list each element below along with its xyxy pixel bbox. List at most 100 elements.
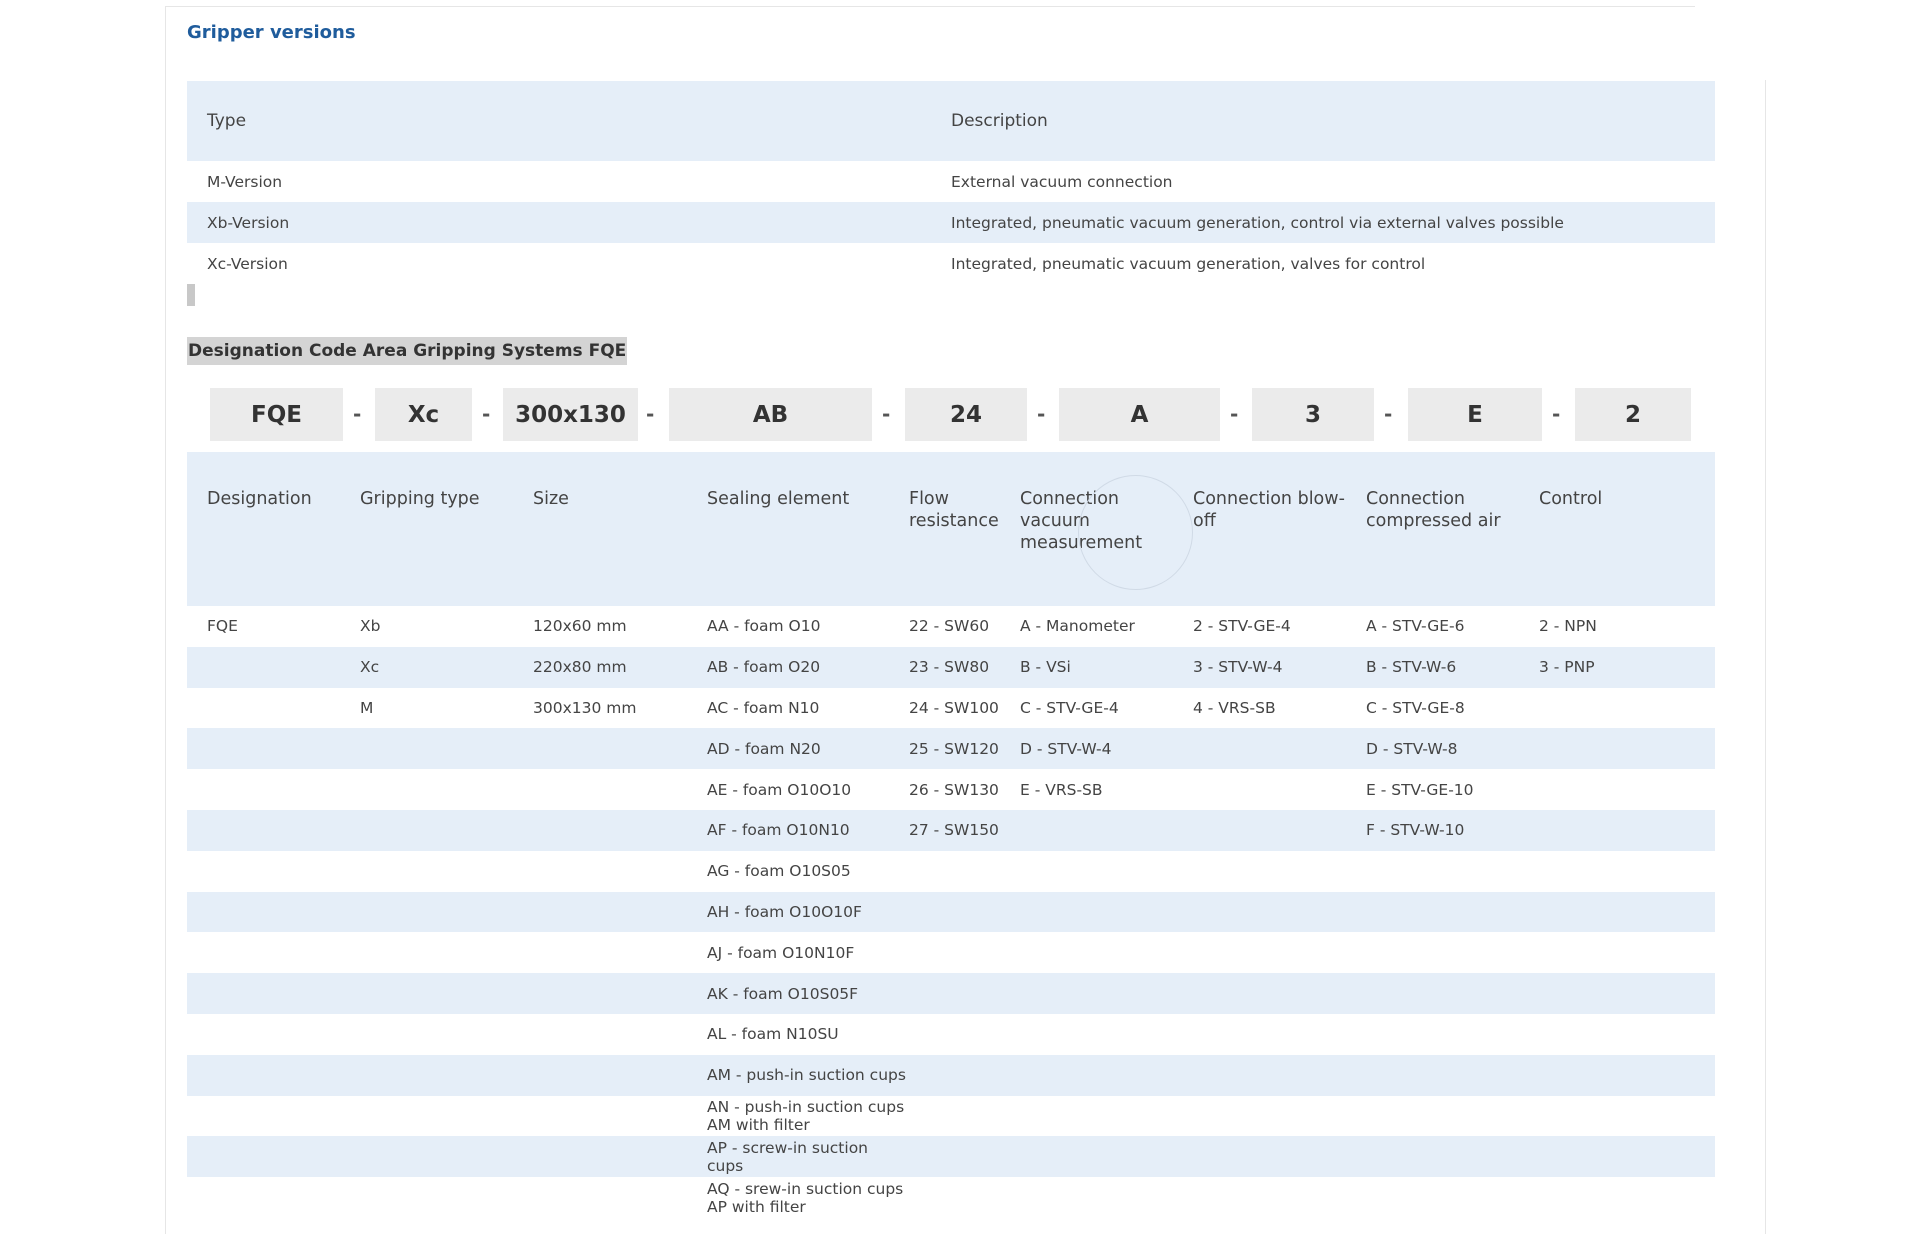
header-flow-resistance: Flow resistance (909, 489, 999, 531)
focus-ring (1078, 475, 1193, 590)
compressed-air-cell: A - STV-GE-6 (1366, 617, 1465, 636)
code-part-size: 300x130 (503, 388, 638, 441)
control-cell: 3 - PNP (1539, 658, 1595, 677)
code-separator: - (353, 402, 362, 426)
table-row: Xb-Version Integrated, pneumatic vacuum … (187, 202, 1715, 243)
section-title: Gripper versions (187, 22, 356, 43)
designation-table: Designation Gripping type Size Sealing e… (187, 452, 1715, 1218)
sealing-element-cell: AJ - foam O10N10F (707, 943, 855, 962)
blow-off-cell: 3 - STV-W-4 (1193, 658, 1283, 677)
code-separator: - (1552, 402, 1561, 426)
sealing-element-cell: AE - foam O10O10 (707, 780, 852, 799)
compressed-air-cell: C - STV-GE-8 (1366, 698, 1465, 717)
code-separator: - (1384, 402, 1393, 426)
table-row: AG - foam O10S05 (187, 851, 1715, 892)
designation-cell: FQE (207, 617, 238, 636)
designation-table-header: Designation Gripping type Size Sealing e… (187, 452, 1715, 606)
version-type: M-Version (207, 172, 283, 191)
code-part-compressed-air: E (1408, 388, 1542, 441)
versions-table: Type Description M-Version External vacu… (187, 81, 1715, 284)
code-part-sealing-element: AB (669, 388, 872, 441)
code-part-vacuum-measurement: A (1059, 388, 1220, 441)
sealing-element-cell: AF - foam O10N10 (707, 821, 850, 840)
header-gripping-type: Gripping type (360, 489, 480, 509)
table-row: AD - foam N20 25 - SW120 D - STV-W-4 D - ST… (187, 728, 1715, 770)
flow-resistance-cell: 27 - SW150 (909, 821, 999, 840)
code-part-designation: FQE (210, 388, 343, 441)
sealing-element-cell: AH - foam O10O10F (707, 902, 862, 921)
sealing-element-cell: AN - push-in suction cups AM with filter (707, 1097, 905, 1134)
code-separator: - (882, 402, 891, 426)
blow-off-cell: 2 - STV-GE-4 (1193, 617, 1291, 636)
table-row: Xc-Version Integrated, pneumatic vacuum … (187, 243, 1715, 284)
code-part-blow-off: 3 (1252, 388, 1374, 441)
right-divider (1765, 80, 1766, 1234)
table-row: M-Version External vacuum connection (187, 161, 1715, 202)
table-row: AK - foam O10S05F (187, 973, 1715, 1014)
table-row: FQE Xb 120x60 mm AA - foam O10 22 - SW60 A - … (187, 606, 1715, 647)
code-part-control: 2 (1575, 388, 1691, 441)
table-row: AL - foam N10SU (187, 1014, 1715, 1055)
header-designation: Designation (207, 489, 312, 509)
flow-resistance-cell: 24 - SW100 (909, 698, 999, 717)
table-row: AP - screw-in suction cups (187, 1136, 1715, 1178)
sealing-element-cell: AG - foam O10S05 (707, 862, 851, 881)
sealing-element-cell: AA - foam O10 (707, 617, 821, 636)
table-row: AN - push-in suction cups AM with filter (187, 1096, 1715, 1137)
code-part-gripping-type: Xc (375, 388, 472, 441)
code-separator: - (1230, 402, 1239, 426)
flow-resistance-cell: 25 - SW120 (909, 739, 999, 758)
version-type: Xc-Version (207, 254, 288, 273)
blow-off-cell: 4 - VRS-SB (1193, 698, 1276, 717)
code-title: Designation Code Area Gripping Systems F… (187, 337, 628, 365)
control-cell: 2 - NPN (1539, 617, 1597, 636)
compressed-air-cell: D - STV-W-8 (1366, 739, 1458, 758)
header-description: Description (951, 111, 1048, 131)
size-cell: 220x80 mm (533, 658, 627, 677)
flow-resistance-cell: 23 - SW80 (909, 658, 990, 677)
sealing-element-cell: AL - foam N10SU (707, 1025, 839, 1044)
version-description: Integrated, pneumatic vacuum generation,… (951, 213, 1564, 232)
size-cell: 300x130 mm (533, 698, 637, 717)
table-row: AE - foam O10O10 26 - SW130 E - VRS-SB E - … (187, 769, 1715, 810)
code-separator: - (482, 402, 491, 426)
size-cell: 120x60 mm (533, 617, 627, 636)
sealing-element-cell: AM - push-in suction cups (707, 1066, 906, 1085)
designation-table-body: FQE Xb 120x60 mm AA - foam O10 22 - SW60 A - … (187, 606, 1715, 1218)
header-sealing-element: Sealing element (707, 489, 850, 509)
vacuum-measurement-cell: B - VSi (1020, 658, 1071, 677)
header-connection-compressed-air: Connection compressed air (1366, 489, 1501, 531)
sealing-element-cell: AB - foam O20 (707, 658, 821, 677)
code-part-flow-resistance: 24 (905, 388, 1027, 441)
compressed-air-cell: E - STV-GE-10 (1366, 780, 1474, 799)
header-control: Control (1539, 489, 1603, 509)
table-row: AM - push-in suction cups (187, 1054, 1715, 1096)
version-description: External vacuum connection (951, 172, 1173, 191)
vacuum-measurement-cell: A - Manometer (1020, 617, 1135, 636)
version-description: Integrated, pneumatic vacuum generation,… (951, 254, 1426, 273)
sealing-element-cell: AK - foam O10S05F (707, 984, 859, 1003)
gripping-type-cell: Xb (360, 617, 381, 636)
versions-table-header: Type Description (187, 81, 1715, 161)
table-row: AH - foam O10O10F (187, 891, 1715, 933)
header-size: Size (533, 489, 569, 509)
code-separator: - (1037, 402, 1046, 426)
flow-resistance-cell: 26 - SW130 (909, 780, 999, 799)
table-row: AJ - foam O10N10F (187, 932, 1715, 973)
sealing-element-cell: AD - foam N20 (707, 739, 821, 758)
sealing-element-cell: AC - foam N10 (707, 698, 820, 717)
gripping-type-cell: M (360, 698, 374, 717)
vacuum-measurement-cell: E - VRS-SB (1020, 780, 1103, 799)
vacuum-measurement-cell: C - STV-GE-4 (1020, 698, 1119, 717)
table-row: AF - foam O10N10 27 - SW150 F - STV-W-10 (187, 809, 1715, 851)
scroll-marker (187, 284, 195, 306)
table-row: M 300x130 mm AC - foam N10 24 - SW100 C - ST… (187, 688, 1715, 729)
vacuum-measurement-cell: D - STV-W-4 (1020, 739, 1112, 758)
table-row: Xc 220x80 mm AB - foam O20 23 - SW80 B - VSi… (187, 646, 1715, 688)
compressed-air-cell: B - STV-W-6 (1366, 658, 1457, 677)
header-connection-blow-off: Connection blow-off (1193, 489, 1345, 531)
flow-resistance-cell: 22 - SW60 (909, 617, 990, 636)
code-separator: - (646, 402, 655, 426)
header-type: Type (207, 111, 247, 131)
compressed-air-cell: F - STV-W-10 (1366, 821, 1465, 840)
